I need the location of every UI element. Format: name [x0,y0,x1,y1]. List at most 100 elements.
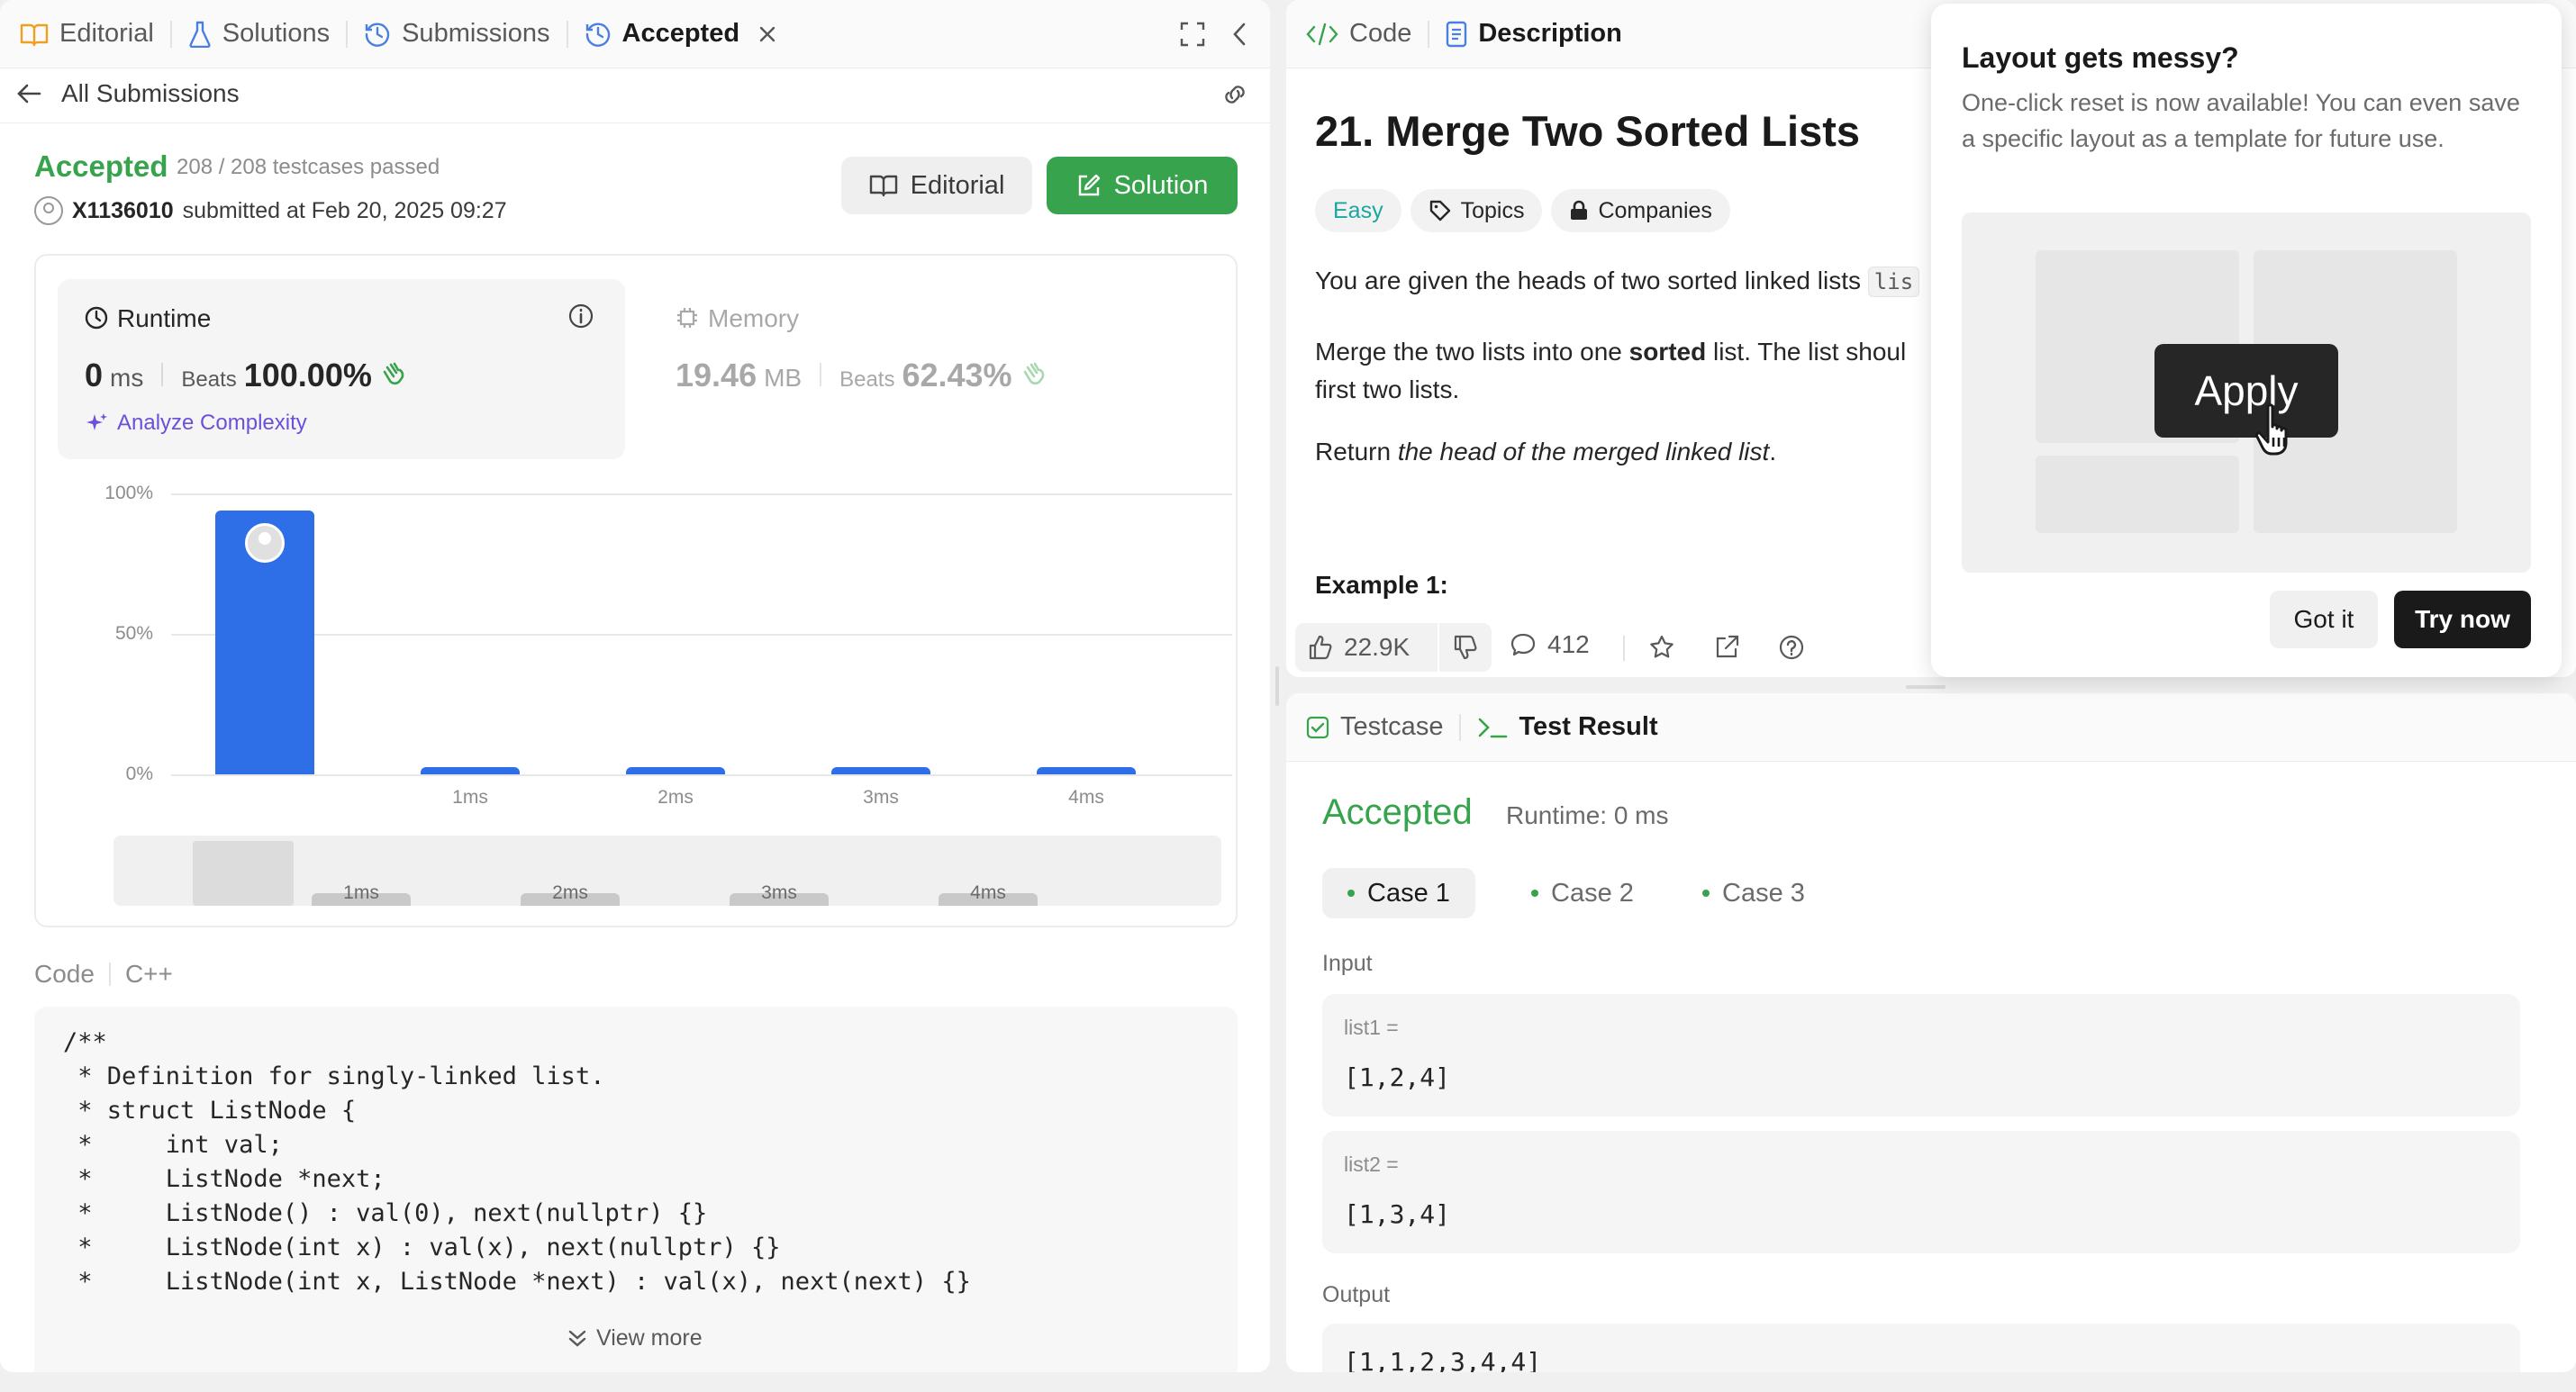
divider [820,363,822,386]
history-icon [585,21,612,48]
chart-bar[interactable] [626,767,725,774]
input-name: list1 = [1344,1016,1399,1039]
emphasis-text: sorted [1628,338,1707,366]
memory-card[interactable]: Memory 19.46 MB Beats 62.43% [658,279,1198,459]
comment-icon [1510,632,1537,657]
tab-solutions[interactable]: Solutions [188,19,330,49]
solution-button[interactable]: Solution [1047,157,1238,214]
paragraph-text: Return [1315,438,1398,466]
overview-label: 3ms [761,882,797,903]
history-icon [364,21,391,48]
comments-button[interactable]: 412 [1510,630,1590,659]
chart-bar[interactable] [421,767,520,774]
tab-label: Editorial [59,19,154,48]
tab-accepted[interactable]: Accepted [585,19,778,49]
chart-range-slider[interactable]: 1ms 2ms 3ms 4ms [113,836,1221,906]
analyze-label: Analyze Complexity [117,411,307,435]
layout-tip-popup: Layout gets messy? One-click reset is no… [1931,4,2562,677]
chart-bar[interactable] [1037,767,1136,774]
code-line: * Definition for singly-linked list. [63,1062,605,1090]
tab-description[interactable]: Description [1446,19,1622,49]
vertical-resize-handle[interactable] [1275,666,1279,706]
topics-button[interactable]: Topics [1410,189,1543,232]
code-line: * ListNode *next; [63,1165,385,1193]
case-tab-3[interactable]: Case 3 [1677,868,1830,918]
edit-icon [1076,173,1102,198]
horizontal-resize-handle[interactable] [1906,685,1946,689]
testcases-passed: 208 / 208 testcases passed [177,155,440,179]
help-icon[interactable] [1778,634,1805,661]
clap-icon [379,359,406,386]
runtime-beats-label: Beats [181,367,237,392]
link-icon[interactable] [1220,83,1250,106]
chip-icon [676,306,699,330]
close-icon[interactable] [757,24,777,44]
divider [108,963,111,986]
input-box-list2: list2 = [1,3,4] [1322,1131,2520,1253]
runtime-value: 0 [85,357,104,393]
y-tick-label: 0% [125,764,153,784]
result-runtime: Runtime: 0 ms [1506,801,1669,829]
case-tab-1[interactable]: Case 1 [1322,868,1475,918]
tab-label: Test Result [1519,712,1658,741]
code-label: Code [34,960,95,988]
code-line: * ListNode() : val(0), next(nullptr) {} [63,1199,708,1227]
terminal-icon [1477,716,1508,739]
companies-button[interactable]: Companies [1551,189,1730,232]
input-box-list1: list1 = [1,2,4] [1322,994,2520,1116]
memory-value-row: 19.46 MB Beats 62.43% [676,357,1047,394]
divider [1428,20,1430,48]
tab-label: Solutions [222,19,331,48]
left-tab-bar: Editorial Solutions Submissions Accepted [0,0,1270,68]
editorial-button[interactable]: Editorial [841,157,1032,214]
share-icon[interactable] [1713,634,1740,661]
document-icon [1446,21,1467,48]
companies-label: Companies [1598,197,1712,223]
overview-label: 1ms [343,882,379,903]
runtime-distribution-chart: 100% 50% 0% 1ms 2ms 3ms 4ms 1ms 2ms 3ms 4ms [36,472,1239,922]
star-icon[interactable] [1648,634,1675,661]
tab-submissions[interactable]: Submissions [364,19,550,49]
like-button[interactable]: 22.9K [1295,623,1438,672]
popup-preview: Apply [1962,212,2531,573]
dislike-button[interactable] [1439,623,1492,672]
code-block[interactable]: /** * Definition for singly-linked list.… [34,1007,1238,1372]
avatar[interactable] [34,196,63,225]
avatar-head [259,531,271,545]
back-link-label: All Submissions [61,79,240,107]
problem-paragraph-1: You are given the heads of two sorted li… [1315,267,1920,297]
clock-icon [85,306,108,330]
view-more-button[interactable]: View more [567,1325,703,1351]
maximize-icon[interactable] [1180,22,1205,47]
runtime-card[interactable]: Runtime 0 ms Beats 100.00% Analyze Compl… [58,279,625,459]
case-label: Case 2 [1551,878,1634,908]
range-window[interactable] [193,841,294,906]
tab-test-result[interactable]: Test Result [1477,712,1658,742]
info-icon[interactable] [567,303,594,330]
got-it-button[interactable]: Got it [2270,591,2378,648]
case-tab-2[interactable]: Case 2 [1506,868,1659,918]
divider [0,122,1270,123]
output-value: [1,1,2,3,4,4] [1344,1347,1542,1372]
analyze-complexity-link[interactable]: Analyze Complexity [85,411,307,436]
pass-dot [1531,890,1538,897]
test-result-panel: Testcase Test Result Accepted Runtime: 0… [1286,693,2576,1372]
runtime-title: Runtime [117,304,212,332]
tab-editorial[interactable]: Editorial [20,19,154,49]
tab-code[interactable]: Code [1306,19,1411,49]
flask-icon [188,21,212,48]
difficulty-badge[interactable]: Easy [1315,189,1401,232]
tag-icon [1429,199,1452,222]
problem-title: 21. Merge Two Sorted Lists [1315,107,1861,155]
back-link[interactable]: All Submissions [16,79,240,108]
pass-dot [1702,890,1710,897]
code-line: * int val; [63,1131,283,1159]
tab-testcase[interactable]: Testcase [1306,712,1443,742]
try-now-button[interactable]: Try now [2394,591,2531,648]
chart-bar[interactable] [831,767,930,774]
collapse-icon[interactable] [1230,22,1248,47]
username[interactable]: X1136010 [72,198,174,224]
runtime-unit: ms [110,364,144,392]
problem-paragraph-2: Merge the two lists into one sorted list… [1315,333,1906,409]
chart-gridline [171,774,1232,776]
